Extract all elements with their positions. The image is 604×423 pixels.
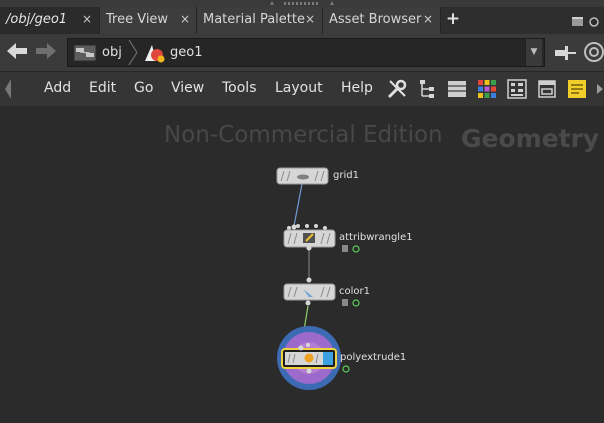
grip-arrow-right-icon xyxy=(330,1,334,5)
network-icon xyxy=(73,44,97,62)
sticky-note-icon[interactable] xyxy=(566,78,588,100)
tab-close-icon[interactable]: × xyxy=(82,12,92,26)
node-grid1 xyxy=(276,167,329,230)
tab-asset-browser[interactable]: Asset Browser × xyxy=(323,7,441,34)
pane-tab-bar: /obj/geo1 × Tree View × Material Palette… xyxy=(0,7,604,34)
color-grid-icon[interactable] xyxy=(476,78,498,100)
tab-close-icon[interactable]: × xyxy=(305,12,315,26)
menu-help[interactable]: Help xyxy=(341,80,373,96)
breadcrumb-geo1[interactable]: geo1 xyxy=(170,45,202,60)
wrench-screwdriver-icon[interactable] xyxy=(386,78,408,100)
node-label-polyextrude1[interactable]: polyextrude1 xyxy=(340,352,406,363)
menu-layout[interactable]: Layout xyxy=(275,80,323,96)
tab-label: /obj/geo1 xyxy=(6,12,68,27)
forward-arrow-icon[interactable] xyxy=(35,42,57,60)
pin-icon[interactable] xyxy=(553,43,577,63)
thumbnail-view-icon[interactable] xyxy=(506,78,528,100)
tab-obj-geo1[interactable]: /obj/geo1 × xyxy=(0,7,100,34)
path-bar: obj geo1 ▼ xyxy=(0,34,604,71)
path-history-dropdown[interactable]: ▼ xyxy=(525,39,542,66)
pane-resize-grip[interactable] xyxy=(0,0,604,7)
breadcrumb-separator-icon xyxy=(128,40,138,65)
network-canvas[interactable]: Non-Commercial Edition Geometry grid1 at… xyxy=(0,106,604,423)
menu-overflow-arrow-icon[interactable] xyxy=(596,83,604,95)
menu-view[interactable]: View xyxy=(171,80,204,96)
tab-label: Tree View xyxy=(106,12,169,27)
node-label-color1[interactable]: color1 xyxy=(339,286,370,297)
tab-close-icon[interactable]: × xyxy=(180,12,190,26)
pane-options-icon[interactable] xyxy=(588,17,600,27)
node-label-attribwrangle1[interactable]: attribwrangle1 xyxy=(339,232,413,243)
breadcrumb-obj[interactable]: obj xyxy=(102,45,122,60)
network-menu-bar: Add Edit Go View Tools Layout Help xyxy=(0,71,604,106)
tree-layout-icon[interactable] xyxy=(416,78,438,100)
menu-go[interactable]: Go xyxy=(134,80,153,96)
menu-edit[interactable]: Edit xyxy=(89,80,116,96)
collapse-bar-handle[interactable] xyxy=(4,76,12,102)
window-icon[interactable] xyxy=(536,78,558,100)
grip-dots xyxy=(284,2,320,5)
tab-label: Material Palette xyxy=(203,12,305,27)
pane-menu-icon[interactable] xyxy=(572,17,583,26)
path-field[interactable]: obj geo1 ▼ xyxy=(67,38,545,67)
tab-label: Asset Browser xyxy=(329,12,422,27)
node-polyextrude1 xyxy=(277,326,350,390)
list-view-icon[interactable] xyxy=(446,78,468,100)
geo-object-icon xyxy=(145,45,165,63)
add-tab-button[interactable]: + xyxy=(444,9,462,29)
menu-add[interactable]: Add xyxy=(44,80,71,96)
tab-tree-view[interactable]: Tree View × xyxy=(100,7,197,34)
link-target-icon[interactable] xyxy=(583,41,604,63)
wire-grid-to-wrangle xyxy=(293,183,303,227)
tab-material-palette[interactable]: Material Palette × xyxy=(197,7,323,34)
grip-arrow-left-icon xyxy=(270,1,274,5)
node-label-grid1[interactable]: grid1 xyxy=(333,170,359,181)
tab-close-icon[interactable]: × xyxy=(423,12,433,26)
back-arrow-icon[interactable] xyxy=(6,42,28,60)
network-graph xyxy=(276,167,360,390)
menu-tools[interactable]: Tools xyxy=(222,80,257,96)
